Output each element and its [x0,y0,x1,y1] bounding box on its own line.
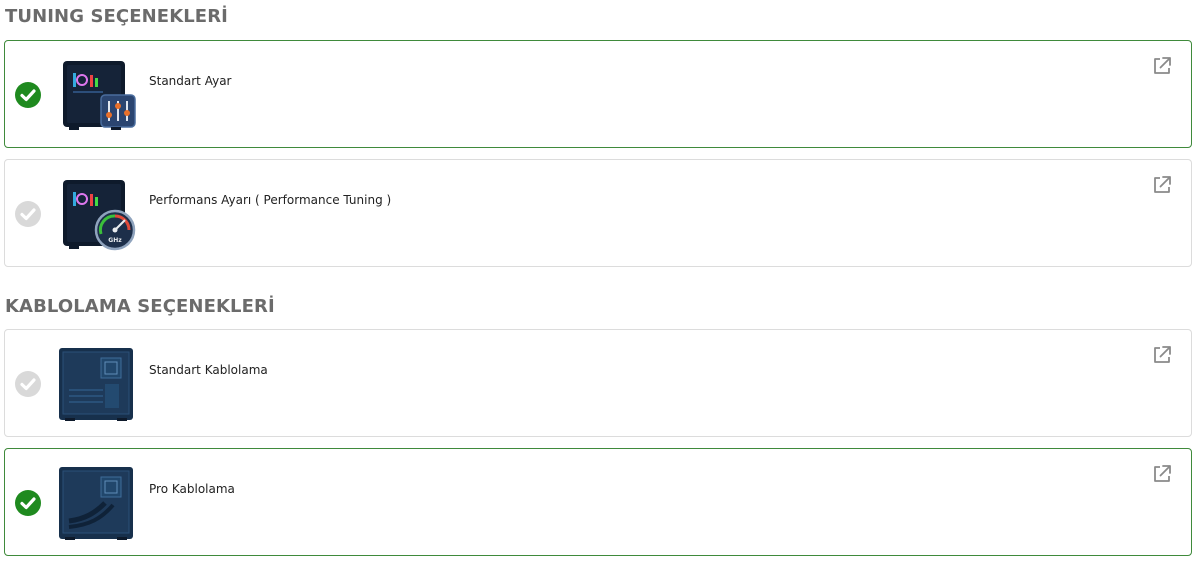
pc-pro-cabling-image [59,467,133,540]
cabling-section-title: KABLOLAMA SEÇENEKLERİ [5,296,275,317]
check-circle-icon[interactable] [14,200,42,228]
external-link-icon[interactable] [1151,463,1173,485]
option-label: Pro Kablolama [149,482,235,496]
tuning-section-title: TUNING SEÇENEKLERİ [5,6,228,27]
pc-performance-gauge-image: GHz [63,180,136,251]
option-card-standart-ayar[interactable]: Standart Ayar [4,40,1192,148]
check-circle-icon[interactable] [14,370,42,398]
option-label: Standart Kablolama [149,363,268,377]
option-card-performans-ayari[interactable]: GHz Performans Ayarı ( Performance Tunin… [4,159,1192,267]
option-label: Performans Ayarı ( Performance Tuning ) [149,193,392,207]
external-link-icon[interactable] [1151,174,1173,196]
check-circle-icon[interactable] [14,81,42,109]
options-page: TUNING SEÇENEKLERİ Standart Ayar GHz Per… [0,0,1195,567]
option-label: Standart Ayar [149,74,232,88]
option-card-pro-kablolama[interactable]: Pro Kablolama [4,448,1192,556]
external-link-icon[interactable] [1151,344,1173,366]
external-link-icon[interactable] [1151,55,1173,77]
pc-tuning-settings-image [63,61,136,130]
option-card-standart-kablolama[interactable]: Standart Kablolama [4,329,1192,437]
check-circle-icon[interactable] [14,489,42,517]
pc-standard-cabling-image [59,348,133,421]
svg-text:GHz: GHz [108,237,122,244]
